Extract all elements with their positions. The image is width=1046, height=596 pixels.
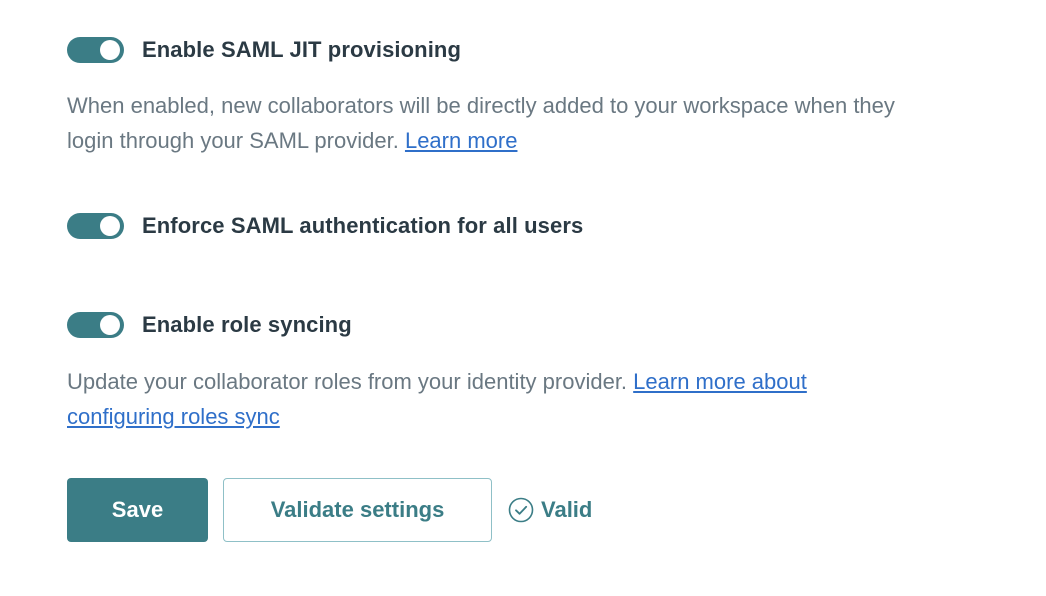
- validation-status-label: Valid: [541, 497, 593, 522]
- toggle-knob: [100, 315, 120, 335]
- check-circle-icon: [508, 497, 534, 523]
- toggle-knob: [100, 40, 120, 60]
- form-actions: Save Validate settings Valid: [67, 478, 592, 542]
- setting-jit-provisioning: Enable SAML JIT provisioning: [67, 36, 461, 64]
- role-syncing-description: Update your collaborator roles from your…: [67, 364, 897, 434]
- save-button[interactable]: Save: [67, 478, 208, 542]
- setting-enforce-saml: Enforce SAML authentication for all user…: [67, 212, 583, 240]
- enforce-saml-label: Enforce SAML authentication for all user…: [142, 213, 584, 238]
- role-syncing-toggle[interactable]: [67, 312, 124, 338]
- jit-provisioning-description: When enabled, new collaborators will be …: [67, 88, 927, 158]
- jit-provisioning-label: Enable SAML JIT provisioning: [142, 37, 461, 62]
- role-syncing-label: Enable role syncing: [142, 312, 352, 337]
- validation-status: Valid: [508, 497, 592, 523]
- jit-provisioning-toggle[interactable]: [67, 37, 124, 63]
- toggle-knob: [100, 216, 120, 236]
- jit-learn-more-link[interactable]: Learn more: [405, 128, 518, 153]
- validate-settings-button[interactable]: Validate settings: [223, 478, 492, 542]
- saml-settings-panel: Enable SAML JIT provisioning When enable…: [0, 0, 1046, 596]
- enforce-saml-toggle[interactable]: [67, 213, 124, 239]
- setting-role-syncing: Enable role syncing: [67, 311, 352, 339]
- role-sync-description-text: Update your collaborator roles from your…: [67, 369, 628, 394]
